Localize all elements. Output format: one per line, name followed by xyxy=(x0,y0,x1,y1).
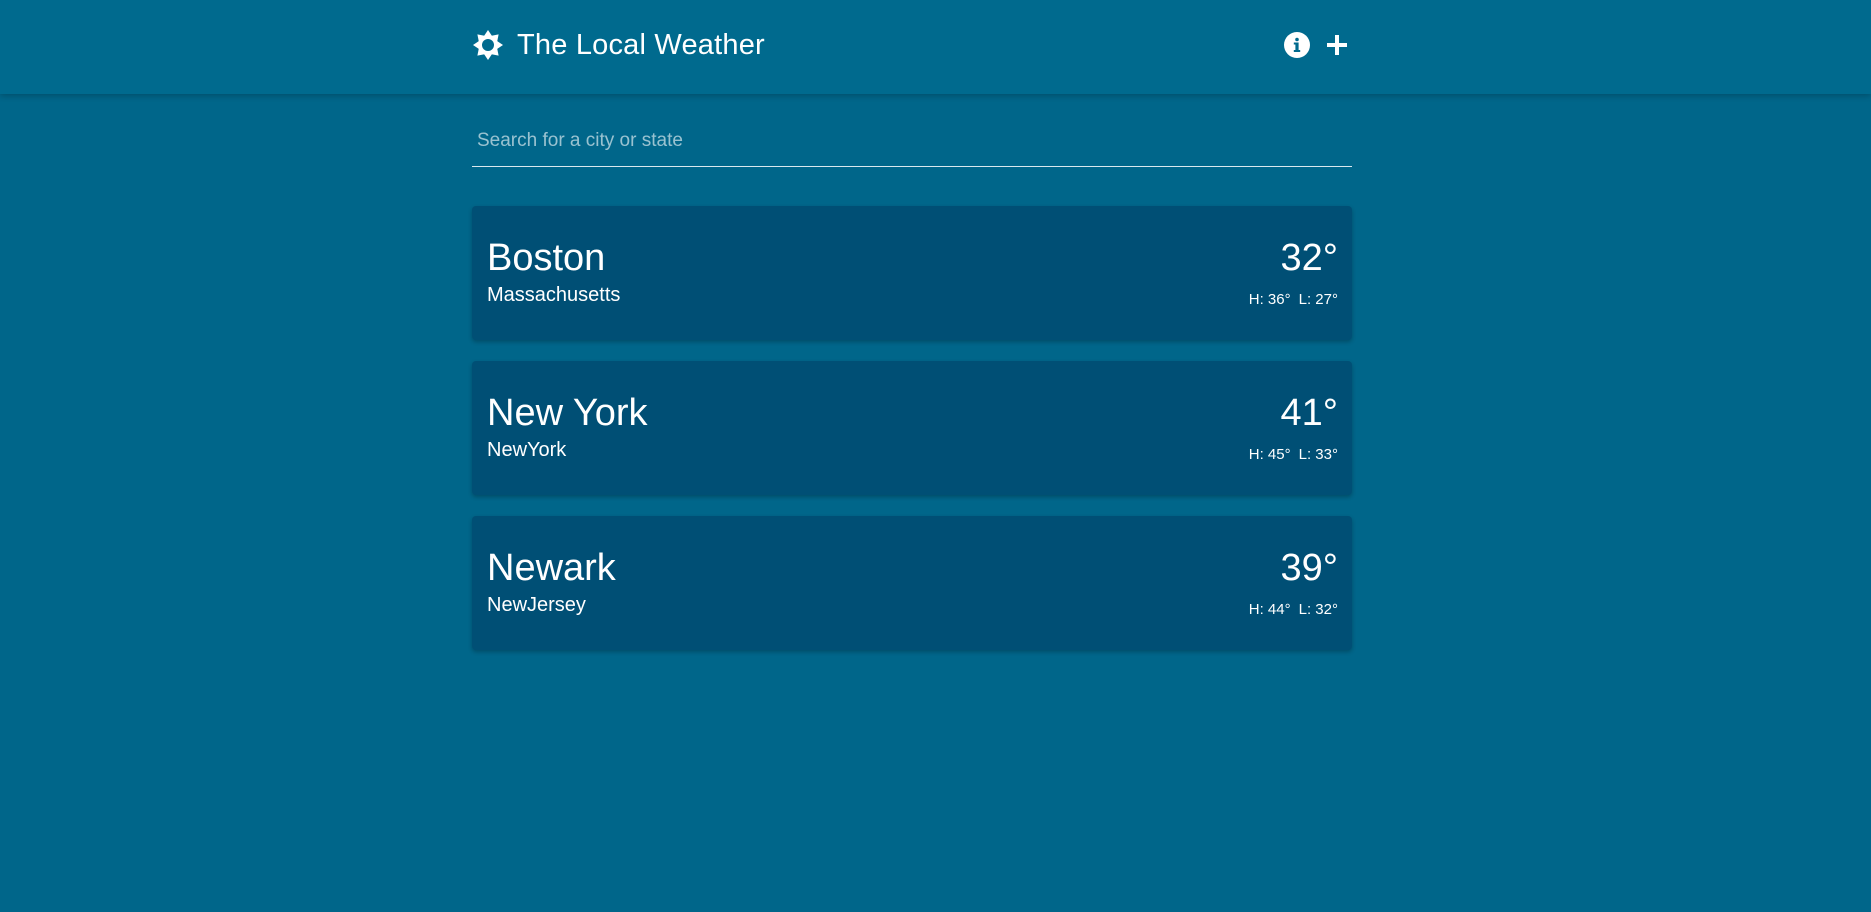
high-temperature: H: 45° xyxy=(1248,446,1291,463)
current-temperature: 32° xyxy=(1280,237,1338,279)
add-city-icon[interactable] xyxy=(1322,30,1352,60)
city-card-new-york[interactable]: New York NewYork 41° H: 45° L: 33° xyxy=(472,361,1352,495)
city-name: Newark xyxy=(487,547,616,589)
city-name: New York xyxy=(487,392,648,434)
high-low-temperature: H: 45° L: 33° xyxy=(1249,446,1338,464)
info-icon[interactable] xyxy=(1282,30,1312,60)
search-input[interactable] xyxy=(472,118,1352,164)
app-bar: The Local Weather xyxy=(0,0,1871,94)
high-temperature: H: 44° xyxy=(1248,601,1291,618)
search-field xyxy=(472,118,1352,167)
city-name: Boston xyxy=(487,237,606,279)
high-low-temperature: H: 44° L: 32° xyxy=(1249,601,1338,619)
low-temperature: L: 32° xyxy=(1298,601,1338,618)
current-temperature: 41° xyxy=(1280,392,1338,434)
high-low-temperature: H: 36° L: 27° xyxy=(1249,291,1338,309)
low-temperature: L: 27° xyxy=(1298,291,1338,308)
app-bar-content: The Local Weather xyxy=(472,0,1352,94)
sun-icon xyxy=(472,29,504,61)
state-name: NewJersey xyxy=(487,594,586,616)
high-temperature: H: 36° xyxy=(1248,291,1291,308)
city-list: Boston Massachusetts 32° H: 36° L: 27° Ne… xyxy=(472,206,1352,671)
state-name: Massachusetts xyxy=(487,284,621,306)
current-temperature: 39° xyxy=(1280,547,1338,589)
city-card-boston[interactable]: Boston Massachusetts 32° H: 36° L: 27° xyxy=(472,206,1352,340)
state-name: NewYork xyxy=(487,439,567,461)
app-title: The Local Weather xyxy=(517,28,765,61)
app-bar-actions xyxy=(1282,30,1352,60)
city-card-newark[interactable]: Newark NewJersey 39° H: 44° L: 32° xyxy=(472,516,1352,650)
low-temperature: L: 33° xyxy=(1298,446,1338,463)
